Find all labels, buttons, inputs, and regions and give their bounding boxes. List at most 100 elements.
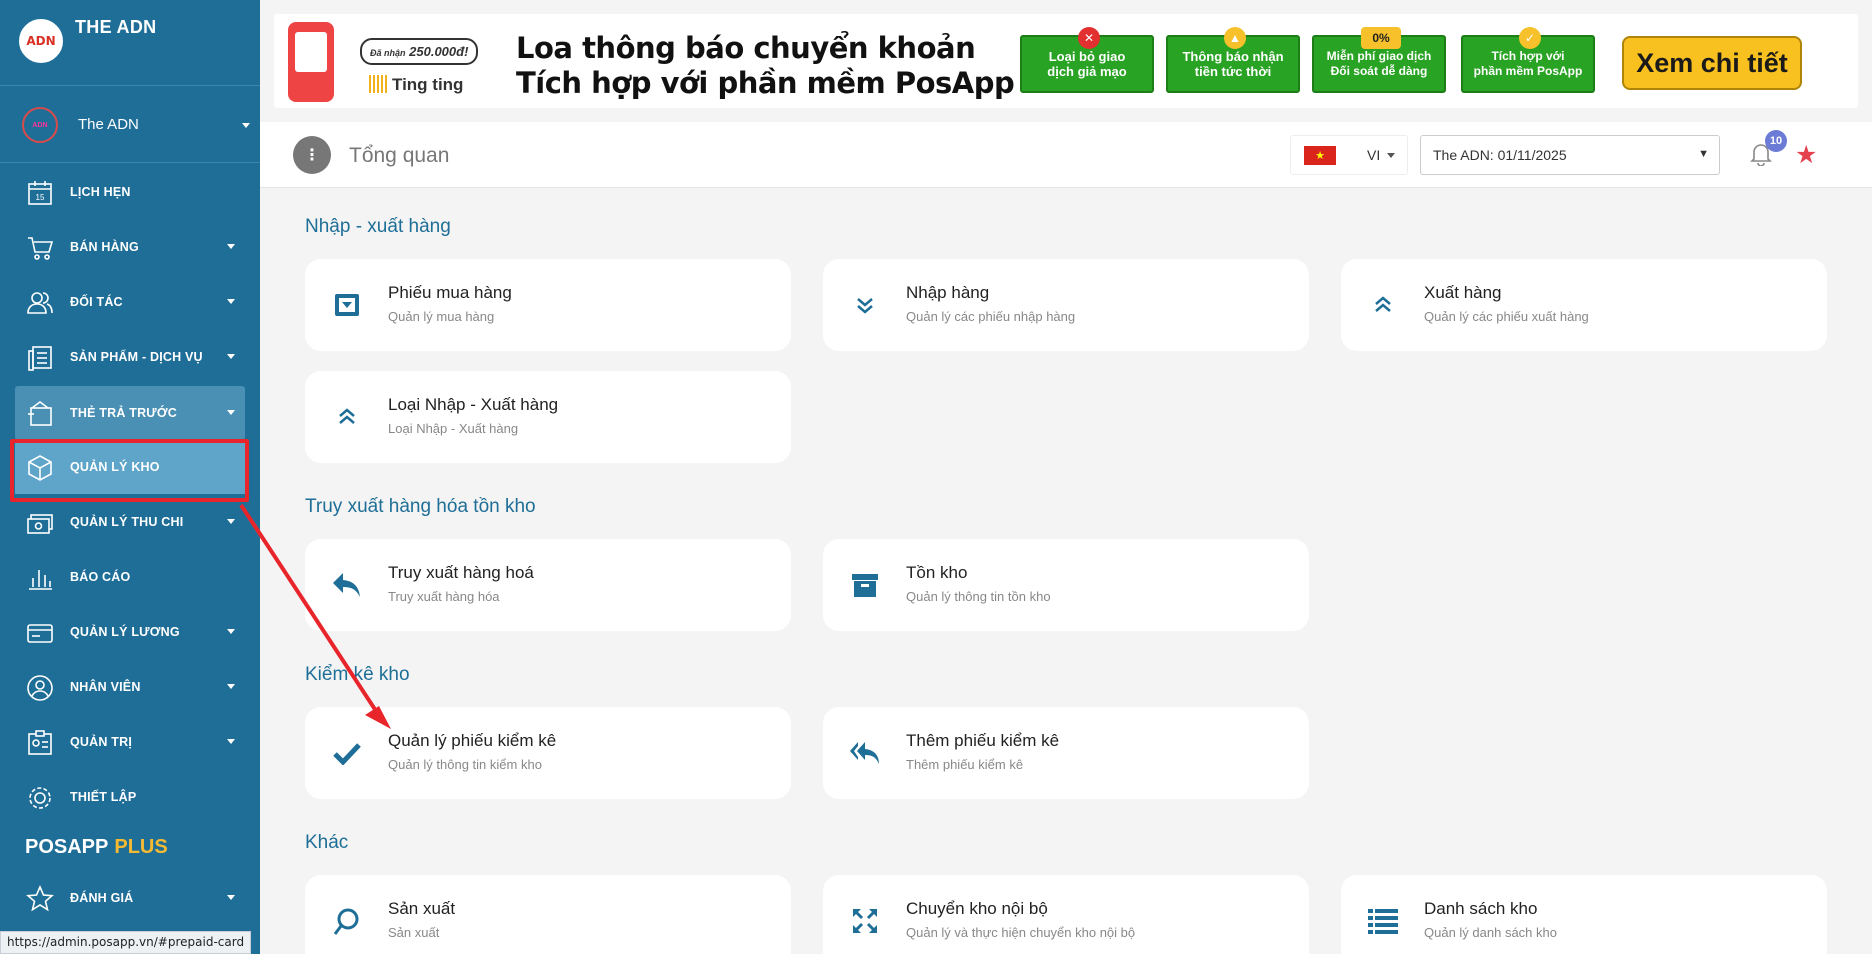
language-code: VI [1367,147,1381,163]
card-title: Quản lý phiếu kiểm kê [388,731,557,750]
vietnam-flag-icon: ★ [1304,146,1336,165]
card-title: Xuất hàng [1424,283,1502,302]
section-title-kiem-ke: Kiểm kê kho [305,664,410,685]
sidebar-item-label: ĐỐI TÁC [70,295,123,309]
card-ton-kho[interactable]: Tồn kho Quản lý thông tin tồn kho [823,539,1309,631]
user-menu[interactable]: ADN The ADN [0,87,260,163]
user-icon [27,675,53,701]
posapp-plus-logo: POSAPP PLUS [25,836,168,859]
badge-line1: Thông báo nhận [1182,49,1284,64]
chevrons-down-icon [849,289,881,321]
sidebar-item-label: SẢN PHẨM - DỊCH VỤ [70,350,203,364]
card-xuat-hang[interactable]: Xuất hàng Quản lý các phiếu xuất hàng [1341,259,1827,351]
status-bar-url: https://admin.posapp.vn/#prepaid-card [0,931,252,954]
card-subtitle: Quản lý và thực hiện chuyển kho nội bộ [906,925,1136,940]
card-subtitle: Quản lý thông tin kiểm kho [388,757,542,772]
section-title-khac: Khác [305,832,349,853]
badge-line2: tiền tức thời [1194,64,1272,79]
posapp-text: POSAPP [25,836,109,858]
card-chuyen-kho-noi-bo[interactable]: Chuyển kho nội bộ Quản lý và thực hiện c… [823,875,1309,954]
language-selector[interactable]: ★ VI [1290,135,1408,175]
branch-date-select[interactable]: The ADN: 01/11/2025 ▼ [1420,135,1720,175]
card-subtitle: Quản lý danh sách kho [1424,925,1557,940]
chevrons-up-icon [1367,289,1399,321]
sidebar-item-lich-hen[interactable]: 15 LỊCH HẸN [0,165,260,219]
card-them-phieu-kiem-ke[interactable]: Thêm phiếu kiểm kê Thêm phiếu kiểm kê [823,707,1309,799]
banner-badge-notify: ▲ Thông báo nhận tiền tức thời [1166,27,1300,93]
card-truy-xuat-hang-hoa[interactable]: Truy xuất hàng hoá Truy xuất hàng hóa [305,539,791,631]
notification-count: 10 [1765,130,1787,152]
banner-title-line2: Tích hợp với phần mềm PosApp [516,66,1015,100]
sidebar-item-thiet-lap[interactable]: THIẾT LẬP [0,770,260,824]
sidebar-item-label: QUẢN LÝ LƯƠNG [70,625,180,639]
users-icon [27,292,53,314]
badge-line2: phần mềm PosApp [1473,64,1583,78]
card-loai-nhap-xuat[interactable]: Loại Nhập - Xuất hàng Loại Nhập - Xuất h… [305,371,791,463]
sidebar-item-label: BÁO CÁO [70,570,131,584]
banner-cta-button[interactable]: Xem chi tiết [1622,36,1802,90]
id-card-icon [28,730,52,755]
sidebar-item-thu-chi[interactable]: QUẢN LÝ THU CHI [0,495,260,549]
card-subtitle: Quản lý thông tin tồn kho [906,589,1051,604]
chevron-down-icon [242,123,250,128]
card-san-xuat[interactable]: Sản xuất Sản xuất [305,875,791,954]
sidebar-item-ban-hang[interactable]: BÁN HÀNG [0,220,260,274]
banner-badge-integrate: ✓ Tích hợp với phần mềm PosApp [1461,27,1595,93]
card-title: Truy xuất hàng hoá [388,563,534,582]
wallet-icon [27,624,53,643]
sidebar-item-bao-cao[interactable]: BÁO CÁO [0,550,260,604]
sidebar-item-nhan-vien[interactable]: NHÂN VIÊN [0,660,260,714]
download-box-icon [331,289,363,321]
card-subtitle: Quản lý các phiếu xuất hàng [1424,309,1589,324]
highlight-box [10,439,249,502]
favorite-star-icon[interactable]: ★ [1795,140,1817,170]
badge-line2: dịch giả mạo [1047,64,1127,79]
bell-icon: ▲ [1224,27,1246,49]
sidebar-item-quan-tri[interactable]: QUẢN TRỊ [0,715,260,769]
card-nhap-hang[interactable]: Nhập hàng Quản lý các phiếu nhập hàng [823,259,1309,351]
card-title: Loại Nhập - Xuất hàng [388,395,559,414]
archive-icon [849,569,881,601]
reply-all-icon [849,737,881,769]
money-icon [27,514,53,534]
card-title: Tồn kho [906,563,968,582]
sidebar-brand[interactable]: ADN THE ADN [0,0,260,86]
check-icon [331,737,363,769]
banner-badge-fraud: ✕ Loại bỏ giao dịch giả mạo [1020,27,1154,93]
user-name: The ADN [78,116,139,133]
sidebar-item-the-tra-truoc[interactable]: THẺ TRẢ TRƯỚC [15,386,245,440]
calendar-day: 15 [36,193,45,202]
chevron-down-icon [227,354,235,359]
card-title: Danh sách kho [1424,899,1538,918]
page-title: Tổng quan [349,144,450,167]
check-circle-icon: ✓ [1519,27,1541,49]
x-circle-icon: ✕ [1078,27,1100,49]
sidebar-item-san-pham[interactable]: SẢN PHẨM - DỊCH VỤ [0,330,260,384]
sidebar-item-doi-tac[interactable]: ĐỐI TÁC [0,275,260,329]
avatar-text: ADN [32,121,48,129]
section-title-nhap-xuat: Nhập - xuất hàng [305,216,451,237]
promo-amount-badge: Đã nhận 250.000đ! [360,38,479,65]
sidebar-item-danh-gia[interactable]: ĐÁNH GIÁ [0,871,260,925]
promo-banner[interactable]: Đã nhận 250.000đ! Ting ting Loa thông bá… [274,14,1858,108]
card-subtitle: Loại Nhập - Xuất hàng [388,421,519,436]
card-subtitle: Quản lý các phiếu nhập hàng [906,309,1076,324]
bar-chart-icon [29,570,52,590]
card-quan-ly-phieu-kiem-ke[interactable]: Quản lý phiếu kiểm kê Quản lý thông tin … [305,707,791,799]
promo-small-text: Đã nhận [370,48,406,58]
chevron-down-icon [227,299,235,304]
sidebar-item-quan-ly-luong[interactable]: QUẢN LÝ LƯƠNG [0,605,260,659]
card-phieu-mua-hang[interactable]: Phiếu mua hàng Quản lý mua hàng [305,259,791,351]
sidebar-item-label: ĐÁNH GIÁ [70,891,134,905]
section-title-truy-xuat: Truy xuất hàng hóa tồn kho [305,496,536,517]
zero-percent-tag: 0% [1361,27,1401,49]
list-icon [1367,905,1399,937]
sidebar: ADN THE ADN ADN The ADN 15 LỊCH HẸN BÁN … [0,0,260,954]
card-subtitle: Quản lý mua hàng [388,309,495,324]
menu-toggle-button[interactable]: ⋮ [293,136,331,174]
chevron-down-icon [227,895,235,900]
dropdown-arrow-icon: ▼ [1698,148,1709,160]
card-danh-sach-kho[interactable]: Danh sách kho Quản lý danh sách kho [1341,875,1827,954]
brand-name: THE ADN [75,17,157,37]
notification-button[interactable]: 10 [1750,130,1787,166]
